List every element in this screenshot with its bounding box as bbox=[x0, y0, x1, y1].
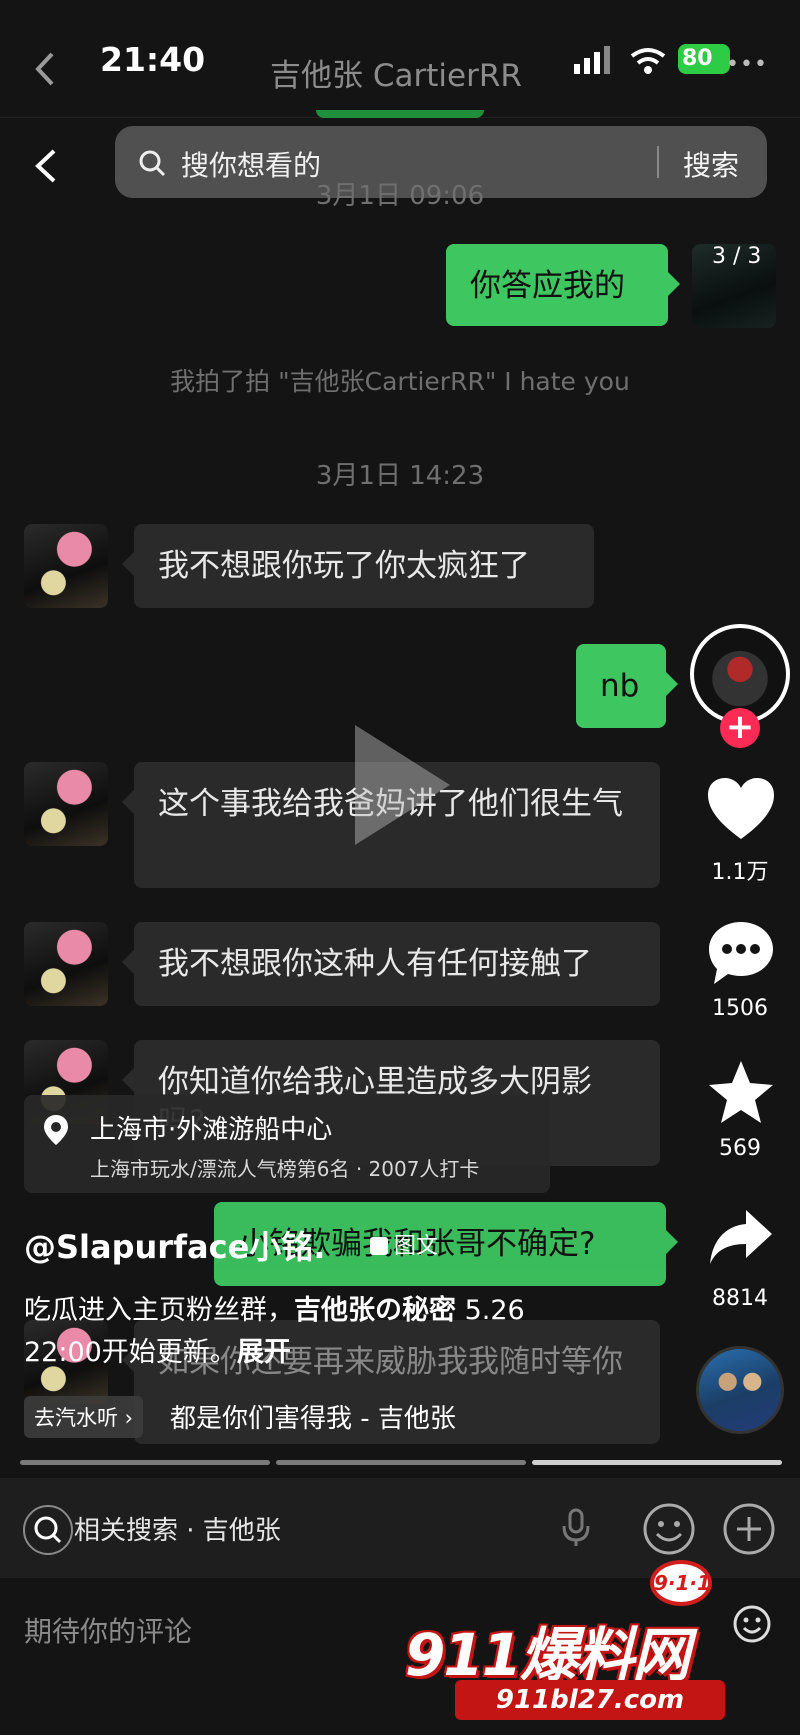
location-card[interactable]: 上海市·外滩游船中心 上海市玩水/漂流人气榜第6名 · 2007人打卡 bbox=[24, 1095, 550, 1193]
mic-icon[interactable] bbox=[560, 1508, 592, 1548]
avatar-contact[interactable] bbox=[24, 922, 108, 1006]
watermark-logo: 9·1·1 911爆料网 911bl27.com bbox=[385, 1560, 790, 1730]
comment-count: 1506 bbox=[712, 996, 768, 1021]
location-title: 上海市·外滩游船中心 bbox=[90, 1115, 333, 1145]
related-search-label: 相关搜索 · 吉他张 bbox=[74, 1516, 281, 1546]
message-bubble-out[interactable]: nb bbox=[576, 644, 678, 728]
expand-link[interactable]: 展开 bbox=[237, 1337, 291, 1368]
more-icon[interactable]: ••• bbox=[726, 52, 768, 77]
location-subtitle: 上海市玩水/漂流人气榜第6名 · 2007人打卡 bbox=[90, 1157, 480, 1181]
timestamp: 3月1日 14:23 bbox=[315, 461, 485, 491]
plus-icon[interactable] bbox=[722, 1502, 776, 1556]
chat-title: 吉他张 CartierRR bbox=[270, 58, 522, 94]
image-icon bbox=[370, 1237, 388, 1255]
system-message: 我拍了拍 "吉他张CartierRR" I hate you bbox=[170, 367, 630, 396]
watermark-url: 911bl27.com bbox=[455, 1680, 725, 1720]
author-name[interactable]: @Slapurface小铭. bbox=[24, 1222, 325, 1268]
like-count: 1.1万 bbox=[711, 860, 769, 885]
battery-indicator: 80 bbox=[678, 44, 730, 74]
emoji-icon[interactable] bbox=[642, 1502, 696, 1556]
status-time: 21:40 bbox=[100, 40, 206, 79]
page-counter: 3 / 3 bbox=[712, 244, 762, 269]
message-bubble-out[interactable]: 你答应我的 bbox=[446, 244, 680, 326]
play-icon[interactable] bbox=[345, 720, 455, 850]
heart-icon[interactable] bbox=[706, 775, 776, 845]
follow-button[interactable]: + bbox=[720, 708, 760, 748]
message-bubble-in[interactable]: 我不想跟你玩了你太疯狂了 bbox=[122, 524, 594, 608]
caption-hashtag[interactable]: 吉他张の秘密 bbox=[294, 1295, 456, 1326]
timestamp: 3月1日 09:06 bbox=[315, 181, 485, 211]
search-divider bbox=[657, 146, 659, 178]
chat-header: 21:40 吉他张 CartierRR 80 ••• bbox=[0, 0, 800, 118]
pin-icon bbox=[44, 1115, 68, 1145]
music-link[interactable]: 去汽水听 › bbox=[24, 1396, 144, 1438]
music-title: 都是你们害得我 - 吉他张 bbox=[170, 1404, 456, 1434]
share-count: 8814 bbox=[712, 1286, 768, 1311]
avatar-contact[interactable] bbox=[24, 762, 108, 846]
progress-segment bbox=[20, 1460, 270, 1465]
watermark-brand: 911爆料网 bbox=[405, 1621, 690, 1689]
comment-icon[interactable] bbox=[706, 918, 776, 988]
caption: 吃瓜进入主页粉丝群，吉他张の秘密 5.26 22:00开始更新。展开 bbox=[24, 1295, 525, 1368]
progress-segment bbox=[276, 1460, 526, 1465]
music-disc[interactable] bbox=[696, 1346, 784, 1434]
search-icon bbox=[139, 150, 166, 177]
search-icon bbox=[23, 1505, 73, 1555]
star-icon[interactable] bbox=[706, 1058, 776, 1128]
comment-input[interactable]: 期待你的评论 bbox=[24, 1610, 192, 1650]
back-icon[interactable] bbox=[30, 48, 60, 90]
avatar-contact[interactable] bbox=[24, 524, 108, 608]
favorite-count: 569 bbox=[719, 1136, 761, 1161]
message-bubble-in[interactable]: 我不想跟你这种人有任何接触了 bbox=[122, 922, 660, 1006]
post-type-tag: 图文 bbox=[370, 1228, 438, 1260]
share-icon[interactable] bbox=[706, 1204, 776, 1274]
watermark-badge: 9·1·1 bbox=[650, 1560, 712, 1606]
progress-segment bbox=[532, 1460, 782, 1465]
green-strip bbox=[316, 110, 484, 118]
